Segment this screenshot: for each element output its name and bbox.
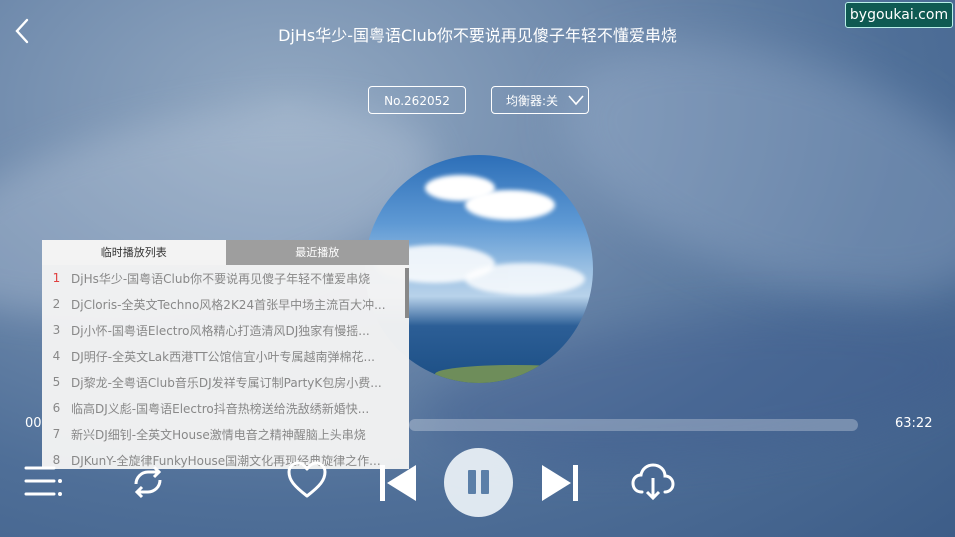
watermark-badge: bygoukai.com	[845, 2, 953, 28]
download-button[interactable]	[630, 462, 676, 502]
equalizer-dropdown[interactable]: 均衡器:关	[491, 86, 589, 114]
playlist-button[interactable]	[24, 464, 64, 498]
playlist-item[interactable]: 1 DjHs华少-国粤语Club你不要说再见傻子年轻不懂爱串烧	[42, 265, 409, 291]
cloud-download-icon	[631, 463, 675, 501]
pause-button[interactable]	[444, 448, 513, 517]
playlist-item[interactable]: 3 Dj小怀-国粤语Electro风格精心打造清风DJ独家有慢摇...	[42, 317, 409, 343]
tab-temporary-playlist[interactable]: 临时播放列表	[42, 240, 226, 265]
track-name: 临高DJ义彪-国粤语Electro抖音热榜送给洗敌绣新婚快...	[71, 401, 370, 416]
background-swirl	[532, 0, 955, 346]
track-number: 1	[52, 271, 61, 285]
track-number: 3	[52, 323, 61, 337]
track-name: DJ明仔-全英文Lak西港TT公馆信宜小叶专属越南弹棉花...	[71, 349, 375, 364]
total-time: 63:22	[895, 416, 933, 431]
playlist-tabs: 临时播放列表 最近播放	[42, 240, 409, 265]
playlist-item[interactable]: 6 临高DJ义彪-国粤语Electro抖音热榜送给洗敌绣新婚快...	[42, 395, 409, 421]
heart-icon	[287, 461, 327, 498]
playlist-scrollbar[interactable]	[405, 268, 409, 318]
playlist-item[interactable]: 7 新兴DJ细钊-全英文House激情电音之精神醒脑上头串烧	[42, 421, 409, 447]
track-name: Dj黎龙-全粤语Club音乐DJ发祥专属订制PartyK包房小费...	[71, 375, 382, 390]
song-number-badge[interactable]: No.262052	[368, 86, 466, 114]
next-button[interactable]	[539, 463, 581, 503]
track-number: 2	[52, 297, 61, 311]
track-name: DjHs华少-国粤语Club你不要说再见傻子年轻不懂爱串烧	[71, 271, 371, 286]
previous-button[interactable]	[377, 463, 419, 503]
loop-button[interactable]	[128, 462, 168, 502]
back-button[interactable]	[10, 14, 40, 48]
next-icon	[542, 465, 578, 501]
track-name: Dj小怀-国粤语Electro风格精心打造清风DJ独家有慢摇...	[71, 323, 370, 338]
playlist-icon	[24, 466, 62, 496]
like-button[interactable]	[286, 460, 328, 500]
equalizer-label: 均衡器:关	[505, 94, 559, 108]
chevron-left-icon	[15, 18, 29, 44]
track-name: 新兴DJ细钊-全英文House激情电音之精神醒脑上头串烧	[71, 427, 366, 442]
playlist-panel: 临时播放列表 最近播放 1 DjHs华少-国粤语Club你不要说再见傻子年轻不懂…	[42, 240, 409, 469]
track-number: 7	[52, 427, 61, 441]
chevron-down-icon	[568, 95, 584, 106]
track-number: 6	[52, 401, 61, 415]
tab-recent-plays[interactable]: 最近播放	[225, 240, 409, 265]
track-number: 4	[52, 349, 61, 363]
current-time: 00	[25, 416, 42, 431]
cover-cloud	[465, 190, 555, 220]
cover-island	[435, 365, 593, 383]
previous-icon	[380, 465, 416, 501]
song-title: DjHs华少-国粤语Club你不要说再见傻子年轻不懂爱串烧	[278, 26, 677, 45]
track-name: DJKunY-全旋律FunkyHouse国潮文化再现经典旋律之作...	[71, 453, 381, 468]
progress-bar[interactable]	[409, 419, 858, 431]
playlist-item[interactable]: 4 DJ明仔-全英文Lak西港TT公馆信宜小叶专属越南弹棉花...	[42, 343, 409, 369]
loop-icon	[134, 465, 162, 499]
playlist-item[interactable]: 8 DJKunY-全旋律FunkyHouse国潮文化再现经典旋律之作...	[42, 447, 409, 469]
playlist-item[interactable]: 5 Dj黎龙-全粤语Club音乐DJ发祥专属订制PartyK包房小费...	[42, 369, 409, 395]
track-name: DjCloris-全英文Techno风格2K24首张早中场主流百大冲...	[71, 297, 386, 312]
track-number: 5	[52, 375, 61, 389]
pause-icon-bar	[481, 470, 489, 494]
playlist-item[interactable]: 2 DjCloris-全英文Techno风格2K24首张早中场主流百大冲...	[42, 291, 409, 317]
pause-icon	[468, 470, 476, 494]
cover-cloud	[465, 263, 585, 295]
